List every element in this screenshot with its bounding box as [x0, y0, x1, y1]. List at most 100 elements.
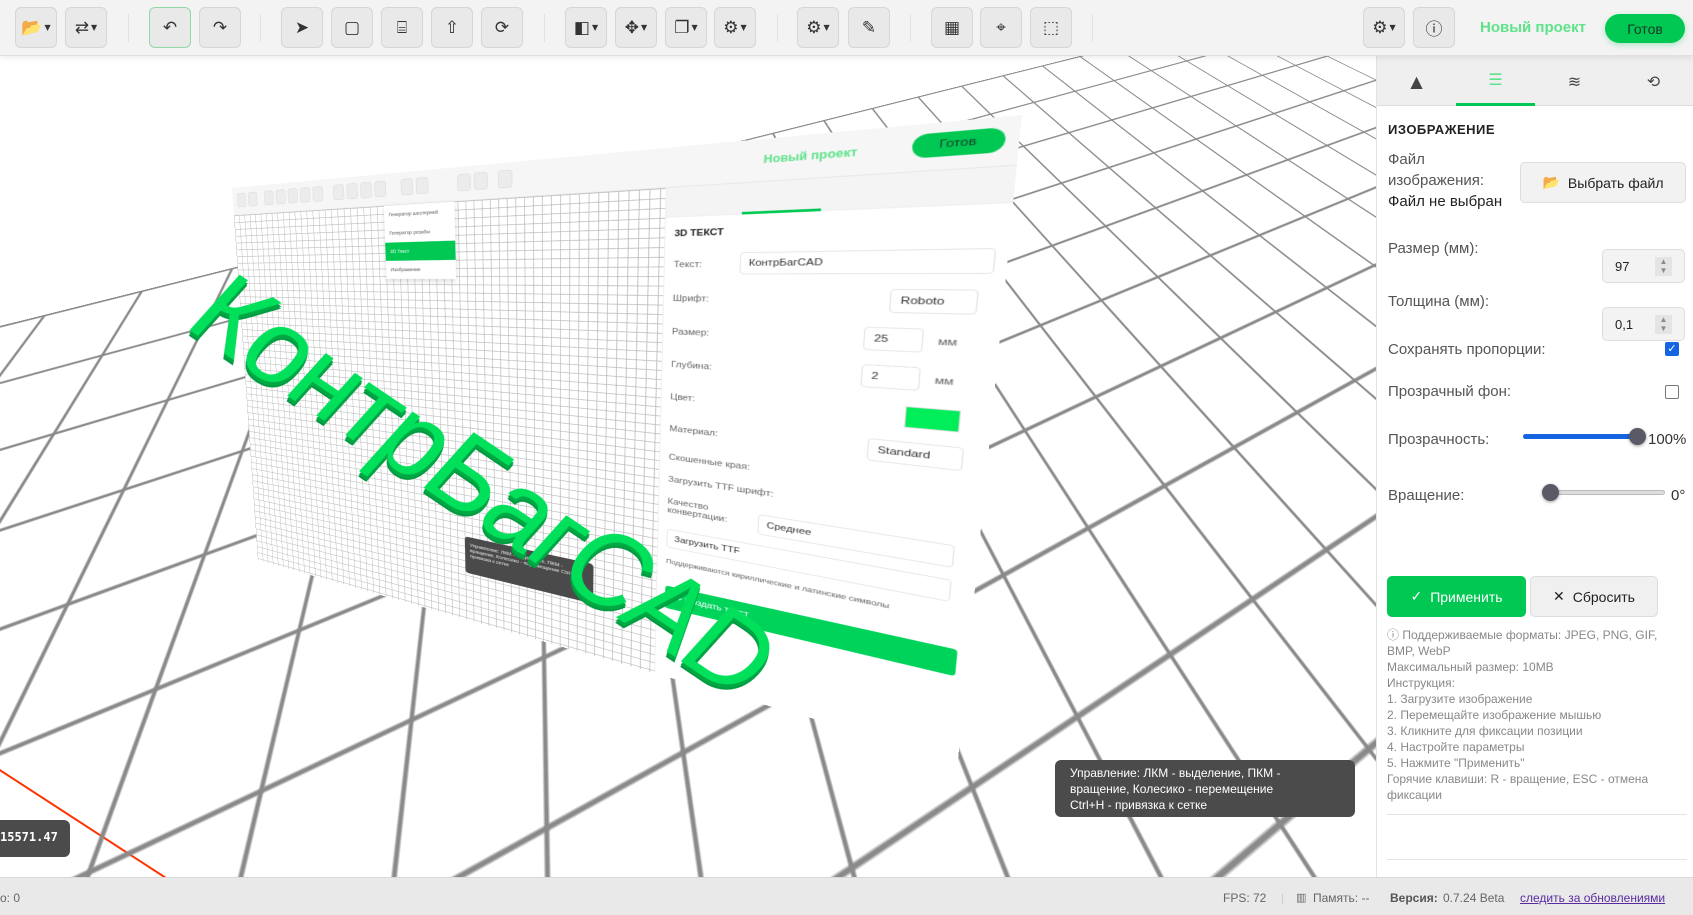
- image-toolbar-button: [275, 189, 286, 205]
- info-line: 1. Загрузите изображение: [1387, 691, 1687, 707]
- updates-link[interactable]: следить за обновлениями: [1520, 891, 1665, 905]
- spinner-icon[interactable]: ▲ ▼: [1655, 315, 1672, 334]
- undo-button[interactable]: ↶: [149, 7, 191, 48]
- redo-icon: ↷: [212, 17, 228, 38]
- panel-title: ИЗОБРАЖЕНИЕ: [1388, 122, 1496, 137]
- transparent-bg-checkbox[interactable]: [1665, 385, 1679, 399]
- opacity-slider-handle[interactable]: [1629, 428, 1646, 445]
- info-line-text: 4. Настройте параметры: [1387, 740, 1525, 754]
- image-toolbar-button: [497, 169, 513, 189]
- image-input: КонтрБагCAD: [739, 248, 997, 275]
- folder-open-button[interactable]: 📂 ▼: [15, 7, 57, 48]
- tools-icon: ⌸: [396, 17, 408, 38]
- arrow-up-button[interactable]: ⇧: [431, 7, 473, 48]
- sync-icon: ⟳: [494, 17, 510, 38]
- opacity-value: 100%: [1648, 431, 1687, 448]
- reset-label: Сбросить: [1572, 588, 1635, 605]
- thickness-value: 0,1: [1615, 317, 1634, 332]
- image-label: Цвет:: [670, 392, 696, 404]
- image-toolbar-button: [400, 178, 414, 196]
- image-toolbar-button: [457, 173, 471, 192]
- apply-label: Применить: [1430, 588, 1503, 605]
- caret-down-icon: ▼: [91, 23, 98, 32]
- ready-button[interactable]: Готов: [1605, 14, 1685, 43]
- info-line-text: 5. Нажмите "Применить": [1387, 756, 1525, 770]
- image-panel-title: 3D ТЕКСТ: [674, 227, 724, 239]
- ruler-icon: ✎: [861, 17, 877, 38]
- tools-button[interactable]: ⌸: [381, 7, 423, 48]
- keep-ratio-label: Сохранять пропорции:: [1388, 341, 1546, 358]
- pointer-button[interactable]: ➤: [281, 7, 323, 48]
- tab-sliders[interactable]: ☰: [1456, 56, 1535, 106]
- apply-button[interactable]: ✓ Применить: [1387, 576, 1526, 617]
- info-line-text: Поддерживаемые форматы: JPEG, PNG, GIF, …: [1387, 628, 1658, 658]
- swap-button[interactable]: ⇄ ▼: [65, 7, 107, 48]
- opacity-label: Прозрачность:: [1388, 431, 1490, 448]
- caret-down-icon: ▼: [691, 23, 698, 32]
- size-label: Размер (мм):: [1388, 240, 1479, 257]
- tooltip-line: Ctrl+H - привязка к сетке: [1070, 798, 1208, 812]
- reset-button[interactable]: ✕ Сбросить: [1530, 576, 1658, 617]
- toolbar-separator: [910, 14, 911, 42]
- project-name[interactable]: Новый проект: [1480, 19, 1586, 36]
- keep-ratio-checkbox[interactable]: ✓: [1665, 342, 1679, 356]
- memory-readout: Память: --: [1313, 891, 1370, 905]
- image-input: 2: [860, 364, 921, 391]
- close-icon: ✕: [1553, 588, 1565, 604]
- size-input[interactable]: 97 ▲ ▼: [1602, 249, 1685, 283]
- choose-file-label: Выбрать файл: [1567, 174, 1664, 191]
- info-line-text: Горячие клавиши: R - вращение, ESC - отм…: [1387, 772, 1649, 802]
- rotation-slider[interactable]: [1547, 490, 1665, 495]
- pointer-icon: ➤: [294, 17, 310, 38]
- folder-open-icon: 📂: [21, 17, 43, 38]
- thickness-input[interactable]: 0,1 ▲ ▼: [1602, 307, 1685, 341]
- rotation-label: Вращение:: [1388, 487, 1465, 504]
- cogs-button[interactable]: ⚙ ▼: [714, 7, 756, 48]
- coordinate-readout: 15571.47: [0, 820, 70, 857]
- main-toolbar: 📂 ▼ ⇄ ▼ ↶ ↷ ➤ ▢ ⌸ ⇧ ⟳ ◧ ▼ ✥ ▼ ❐ ▼ ⚙ ▼ ⚙ ▼ ✎ ▦ ⌖ ⬚ ⚙ ▼ ⓘ: [0, 0, 1693, 56]
- caret-down-icon: ▼: [641, 23, 648, 32]
- thickness-label: Толщина (мм):: [1388, 293, 1490, 310]
- choose-file-button[interactable]: 📂 Выбрать файл: [1520, 162, 1686, 203]
- controls-tooltip: Управление: ЛКМ - выделение, ПКМ - враще…: [1055, 760, 1355, 817]
- settings-button[interactable]: ⚙ ▼: [1363, 7, 1405, 48]
- tab-shapes[interactable]: ▲: [1377, 56, 1456, 106]
- image-toolbar-button: [360, 181, 373, 199]
- info-line: 3. Кликните для фиксации позиции: [1387, 723, 1687, 739]
- image-label: Шрифт:: [672, 293, 710, 305]
- image-menu-item: Генератор резьбы: [389, 228, 430, 237]
- toolbar-separator: [1092, 14, 1093, 42]
- grid-icon: ▦: [943, 17, 961, 38]
- tab-history[interactable]: ⟲: [1614, 56, 1693, 106]
- properties-panel: ▲ ☰ ≋ ⟲ ИЗОБРАЖЕНИЕ Файл изображения: Файл …: [1376, 56, 1693, 877]
- redo-button[interactable]: ↷: [199, 7, 241, 48]
- status-divider: |: [1281, 891, 1285, 905]
- check-icon: ✓: [1410, 588, 1423, 604]
- spinner-icon[interactable]: ▲ ▼: [1655, 257, 1672, 276]
- gear-icon: ⚙: [806, 17, 822, 38]
- rotation-slider-handle[interactable]: [1542, 484, 1559, 501]
- crosshair-button[interactable]: ⌖: [980, 7, 1022, 48]
- move-button[interactable]: ✥ ▼: [615, 7, 657, 48]
- caret-down-icon: ▼: [44, 23, 51, 32]
- info-icon: ⓘ: [1425, 20, 1443, 40]
- copy-button[interactable]: ❐ ▼: [665, 7, 707, 48]
- caret-down-icon: ▼: [740, 23, 747, 32]
- image-label: Глубина:: [671, 359, 713, 372]
- image-toolbar-button: [374, 180, 387, 198]
- gear-button[interactable]: ⚙ ▼: [797, 7, 839, 48]
- toolbar-separator: [128, 14, 129, 42]
- ruler-button[interactable]: ✎: [848, 7, 890, 48]
- info-button[interactable]: ⓘ: [1413, 7, 1455, 48]
- frame-button[interactable]: ⬚: [1030, 7, 1072, 48]
- tab-layers[interactable]: ≋: [1535, 56, 1614, 106]
- tooltip-line: вращение, Колесико - перемещение: [1070, 782, 1274, 796]
- shapes-button[interactable]: ◧ ▼: [565, 7, 607, 48]
- image-label: Размер:: [671, 327, 710, 339]
- caret-down-icon: ▼: [591, 23, 599, 32]
- grid-button[interactable]: ▦: [931, 7, 973, 48]
- image-menu-item: 3D Текст: [385, 240, 456, 261]
- file-status: Файл не выбран: [1388, 193, 1503, 210]
- square-button[interactable]: ▢: [331, 7, 373, 48]
- sync-button[interactable]: ⟳: [481, 7, 523, 48]
